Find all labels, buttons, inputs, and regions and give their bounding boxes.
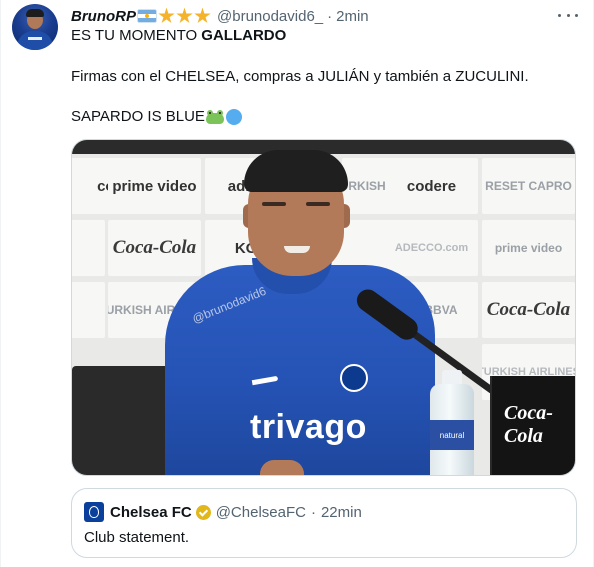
backdrop-logo: prime video — [108, 158, 201, 214]
quoted-display-name[interactable]: Chelsea FC — [110, 504, 192, 521]
star-icon — [194, 7, 211, 23]
quoted-tweet-header: Chelsea FC @ChelseaFC · 22min — [84, 502, 362, 522]
more-options-icon[interactable] — [558, 8, 578, 22]
star-icon — [176, 7, 193, 23]
chair — [72, 366, 180, 475]
quoted-tweet-card[interactable]: Chelsea FC @ChelseaFC · 22min Club state… — [71, 488, 577, 558]
backdrop-logo: ADECCO.com — [385, 220, 478, 276]
separator-dot: · — [327, 7, 333, 25]
shirt-sponsor: trivago — [250, 408, 367, 446]
star-badges — [158, 7, 212, 25]
author-handle[interactable]: @brunodavid6_ — [217, 8, 323, 25]
backdrop-logo: RESET CAPRO — [482, 158, 575, 214]
backdrop-logo: prime video — [482, 220, 575, 276]
frame-border-left — [0, 0, 1, 567]
author-display-name[interactable]: BrunoRP — [71, 8, 136, 25]
verified-badge-icon — [195, 504, 211, 520]
chelsea-avatar-icon[interactable] — [84, 502, 104, 522]
tweet-header: BrunoRP @brunodavid6_ · 2min — [71, 7, 369, 25]
tweet-text-line-2: Firmas con el CHELSEA, compras a JULIÁN … — [71, 68, 529, 85]
frog-emoji-icon — [205, 109, 224, 124]
tweet-text-prefix: ES TU MOMENTO — [71, 27, 202, 44]
tweet-text-line-3: SAPARDO IS BLUE — [71, 108, 242, 125]
argentina-flag-icon — [138, 10, 156, 22]
backdrop-logo — [72, 282, 105, 338]
star-icon — [158, 7, 175, 23]
backdrop-logo: A — [72, 220, 105, 276]
cooler-brand: Coca-Cola — [504, 402, 553, 447]
tweet-timestamp[interactable]: 2min — [336, 8, 369, 25]
author-avatar[interactable] — [12, 4, 58, 50]
backdrop-logo: Coca-Cola — [482, 282, 575, 338]
backdrop-logo: Coca-Cola — [108, 220, 201, 276]
tweet-text-line-1: ES TU MOMENTO GALLARDO — [71, 27, 286, 44]
backdrop-logo: codere — [385, 158, 478, 214]
chelsea-crest-icon — [340, 364, 368, 392]
tweet-text-blue: SAPARDO IS BLUE — [71, 108, 205, 125]
quoted-tweet-text: Club statement. — [84, 529, 190, 546]
tweet-photo[interactable]: com prime video adidas TURKISH AIRLINES … — [71, 139, 576, 476]
tweet-text-bold: GALLARDO — [201, 27, 287, 44]
separator-dot: · — [310, 503, 316, 521]
quoted-timestamp[interactable]: 22min — [321, 504, 362, 521]
quoted-handle[interactable]: @ChelseaFC — [216, 504, 306, 521]
bottle-label: natural — [430, 420, 474, 450]
blue-circle-emoji-icon — [225, 108, 242, 125]
